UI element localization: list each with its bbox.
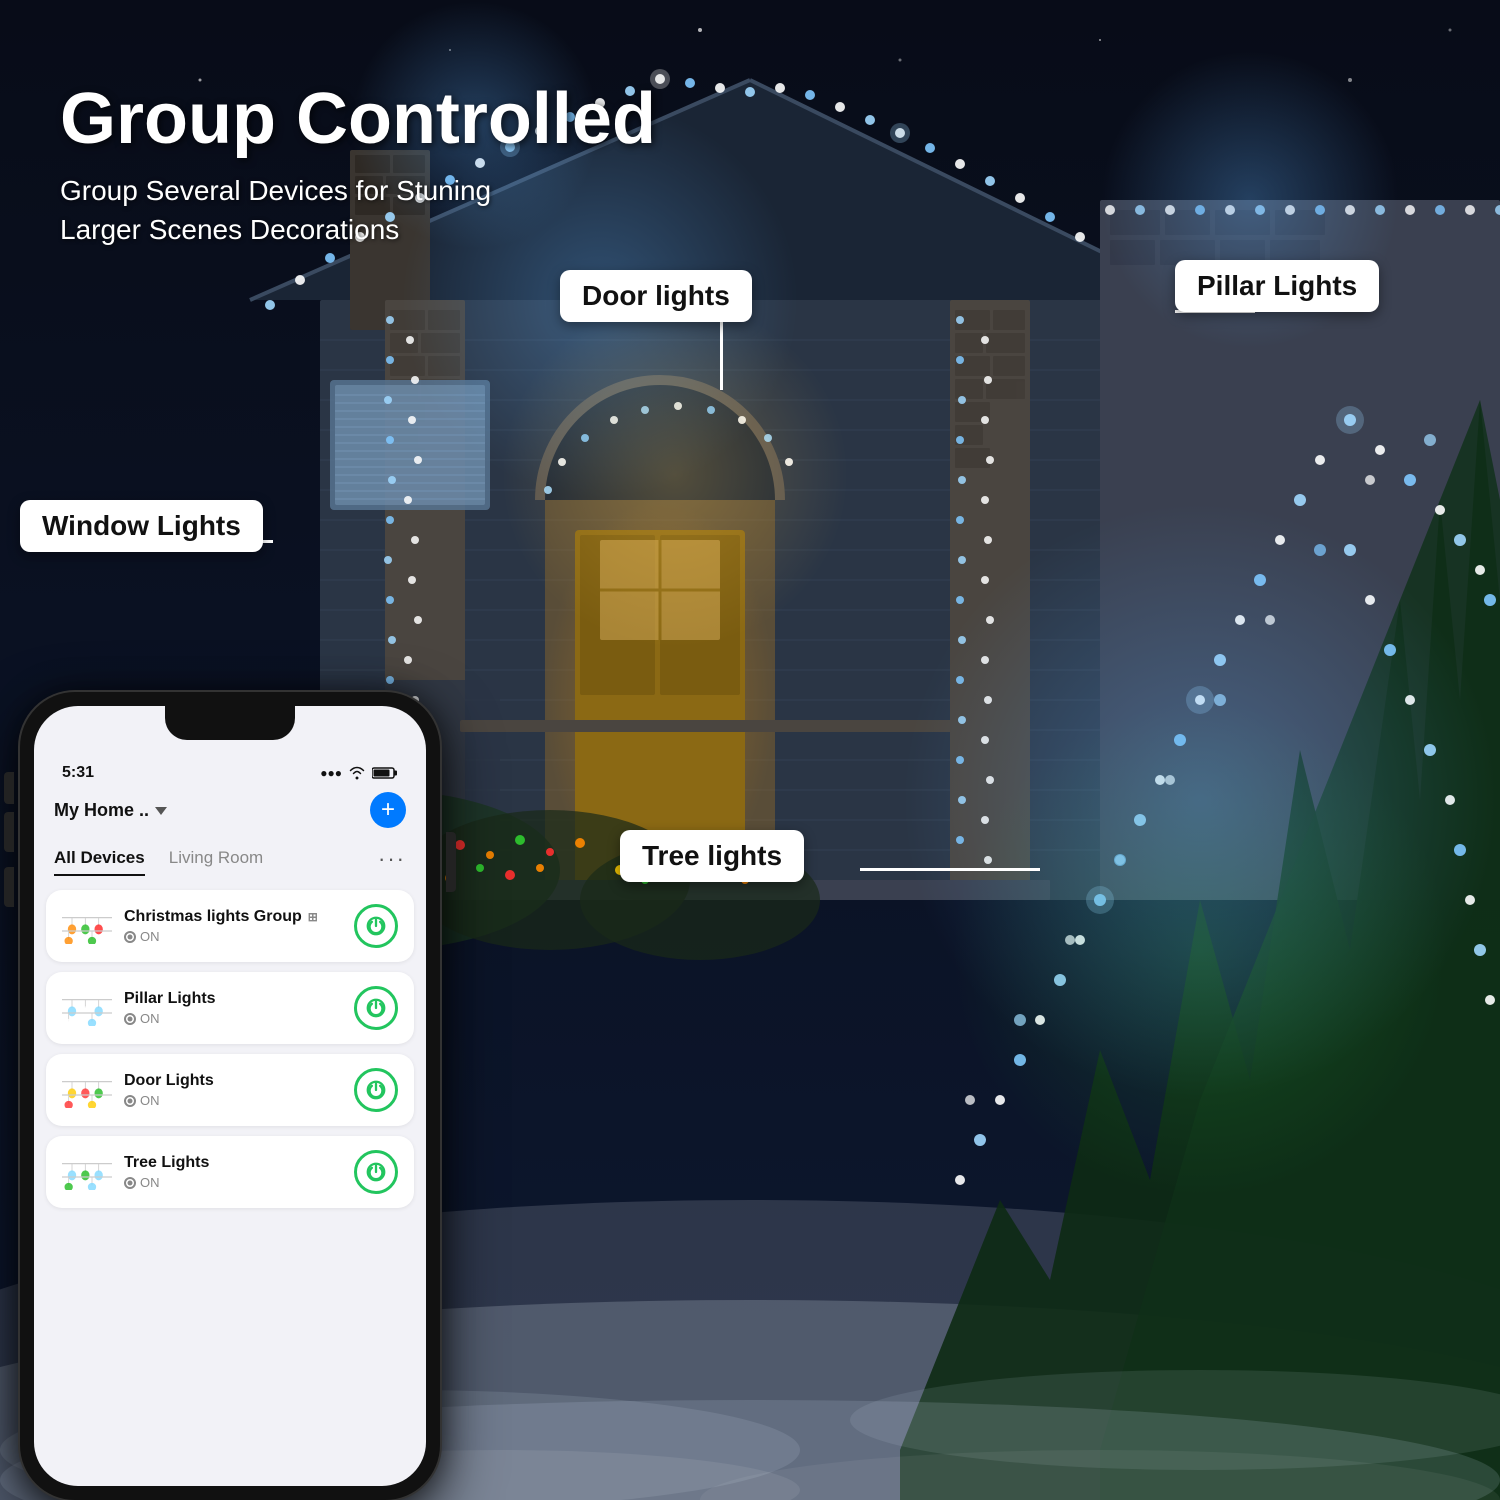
pillar-lights-string-icon [62,990,112,1026]
tree-lights-label: Tree lights [620,830,804,882]
group-icon: ⊞ [308,910,318,924]
power-button[interactable] [446,832,456,892]
status-icons: ●●● [320,766,398,780]
window-lights-label: Window Lights [20,500,263,552]
door-lights-label: Door lights [560,270,752,322]
status-text: ON [140,1011,160,1026]
door-lights-string-icon [62,1072,112,1108]
device-card-door-lights[interactable]: Door Lights ON [46,1054,414,1126]
christmas-group-icon-wrap [62,908,112,944]
home-name: My Home .. [54,800,149,821]
device-status-pillar-lights: ON [124,1011,342,1026]
device-card-tree-lights[interactable]: Tree Lights ON [46,1136,414,1208]
volume-up-button[interactable] [4,812,14,852]
door-connector [720,310,723,390]
time-display: 5:31 [62,764,94,782]
pillar-lights-icon-wrap [62,990,112,1026]
status-dot [124,1013,136,1025]
glow-tree-blue [900,500,1500,1100]
device-name-pillar-lights: Pillar Lights [124,990,342,1008]
device-card-pillar-lights[interactable]: Pillar Lights ON [46,972,414,1044]
power-icon [365,1161,387,1183]
status-dot [124,1177,136,1189]
status-bar: 5:31 ●●● [34,756,426,786]
device-list: Christmas lights Group ⊞ ON [34,886,426,1212]
status-text: ON [140,1093,160,1108]
tabs-bar: All Devices Living Room ··· [34,838,426,886]
power-icon [365,997,387,1019]
status-text: ON [140,929,160,944]
device-info-tree-lights: Tree Lights ON [124,1154,342,1190]
lights-string-icon [62,908,112,944]
silent-switch[interactable] [4,772,14,804]
power-icon [365,1079,387,1101]
subtitle-line1: Group Several Devices for Stuning [60,175,491,206]
device-name-door-lights: Door Lights [124,1072,342,1090]
hero-title: Group Controlled [60,80,656,159]
hero-section: Group Controlled Group Several Devices f… [60,80,656,250]
door-lights-icon-wrap [62,1072,112,1108]
device-status-christmas-group: ON [124,929,342,944]
status-dot [124,1095,136,1107]
device-info-door-lights: Door Lights ON [124,1072,342,1108]
device-name-tree-lights: Tree Lights [124,1154,342,1172]
phone-screen: 5:31 ●●● [34,706,426,1486]
home-selector[interactable]: My Home .. [54,800,167,821]
status-text: ON [140,1175,160,1190]
subtitle-line2: Larger Scenes Decorations [60,214,399,245]
device-card-christmas-group[interactable]: Christmas lights Group ⊞ ON [46,890,414,962]
safe-area-bottom [34,1212,426,1242]
device-info-christmas-group: Christmas lights Group ⊞ ON [124,908,342,944]
tree-lights-icon-wrap [62,1154,112,1190]
power-icon [365,915,387,937]
tree-lights-string-icon [62,1154,112,1190]
pillar-lights-label: Pillar Lights [1175,260,1379,312]
power-toggle-christmas-group[interactable] [354,904,398,948]
hero-subtitle: Group Several Devices for Stuning Larger… [60,171,656,249]
device-name-christmas-group: Christmas lights Group ⊞ [124,908,342,926]
tab-all-devices[interactable]: All Devices [54,842,145,876]
power-toggle-pillar-lights[interactable] [354,986,398,1030]
add-device-button[interactable]: + [370,792,406,828]
signal-icon: ●●● [320,766,342,780]
tree-connector [860,868,1040,871]
device-info-pillar-lights: Pillar Lights ON [124,990,342,1026]
device-status-tree-lights: ON [124,1175,342,1190]
phone-notch [165,706,295,740]
glow-door-warm [500,300,850,650]
more-tabs-button[interactable]: ··· [378,846,406,872]
volume-down-button[interactable] [4,867,14,907]
phone-mockup: 5:31 ●●● [20,692,440,1500]
status-dot [124,931,136,943]
device-status-door-lights: ON [124,1093,342,1108]
chevron-down-icon [155,807,167,815]
app-header: My Home .. + [34,786,426,838]
tab-living-room[interactable]: Living Room [169,842,264,876]
power-toggle-tree-lights[interactable] [354,1150,398,1194]
power-toggle-door-lights[interactable] [354,1068,398,1112]
battery-icon [372,766,398,780]
wifi-icon [348,766,366,780]
